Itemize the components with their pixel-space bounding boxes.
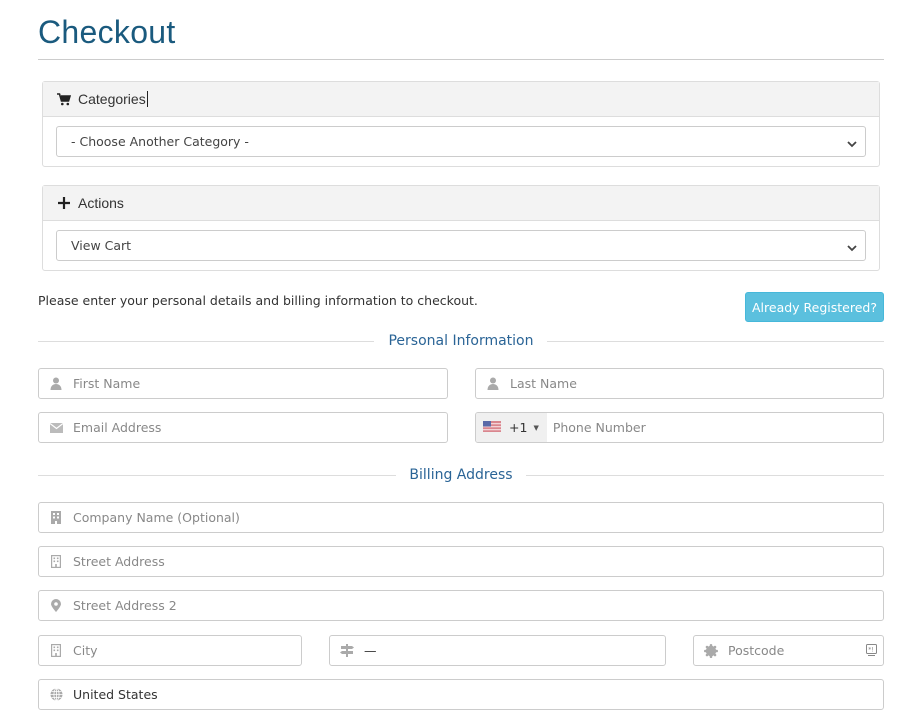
caret-down-icon: ▼ — [533, 423, 539, 432]
building-icon — [39, 511, 73, 524]
category-select[interactable]: - Choose Another Category - — [56, 126, 866, 157]
plus-icon — [57, 196, 71, 210]
phone-field[interactable]: +1 ▼ Phone Number — [475, 412, 884, 443]
intro-text: Please enter your personal details and b… — [38, 293, 478, 308]
category-select-value: - Choose Another Category - — [71, 134, 249, 149]
title-divider — [38, 59, 884, 60]
actions-panel-header: Actions — [43, 186, 879, 221]
street-address-2-placeholder: Street Address 2 — [73, 598, 177, 613]
actions-select-value: View Cart — [71, 238, 132, 253]
divider-line — [526, 475, 884, 476]
first-name-placeholder: First Name — [73, 376, 141, 391]
map-marker-icon — [39, 599, 73, 612]
email-field[interactable]: Email Address — [38, 412, 448, 443]
actions-panel: Actions View Cart — [42, 185, 880, 271]
email-placeholder: Email Address — [73, 420, 162, 435]
divider-line — [547, 341, 884, 342]
us-flag-icon — [483, 420, 501, 435]
street-address-2-field[interactable]: Street Address 2 — [38, 590, 884, 621]
autofill-key-icon[interactable]: *! — [866, 644, 877, 659]
building-outline-icon — [39, 555, 73, 568]
shopping-cart-icon — [57, 92, 71, 106]
phone-placeholder: Phone Number — [552, 420, 646, 435]
dial-code: +1 — [509, 420, 528, 435]
signpost-icon — [330, 644, 364, 657]
state-select[interactable]: — — [329, 635, 666, 666]
city-field[interactable]: City — [38, 635, 302, 666]
personal-information-separator: Personal Information — [38, 331, 884, 351]
street-address-placeholder: Street Address — [73, 554, 165, 569]
user-icon — [39, 377, 73, 390]
actions-select[interactable]: View Cart — [56, 230, 866, 261]
page-title: Checkout — [38, 14, 176, 50]
user-icon — [476, 377, 510, 390]
last-name-placeholder: Last Name — [510, 376, 577, 391]
street-address-field[interactable]: Street Address — [38, 546, 884, 577]
first-name-field[interactable]: First Name — [38, 368, 448, 399]
company-name-placeholder: Company Name (Optional) — [73, 510, 240, 525]
categories-panel: Categories - Choose Another Category - — [42, 81, 880, 167]
country-select[interactable]: United States — [38, 679, 884, 710]
chevron-down-icon — [847, 137, 857, 147]
already-registered-button[interactable]: Already Registered? — [745, 292, 884, 322]
city-placeholder: City — [73, 643, 98, 658]
country-code-dropdown[interactable]: +1 ▼ — [476, 413, 547, 442]
categories-heading: Categories — [78, 91, 146, 107]
envelope-icon — [39, 422, 73, 433]
postcode-field[interactable]: Postcode *! — [693, 635, 884, 666]
text-cursor — [146, 91, 148, 107]
billing-address-separator: Billing Address — [38, 465, 884, 485]
actions-heading: Actions — [78, 195, 124, 211]
svg-text:*!: *! — [868, 647, 873, 654]
postcode-placeholder: Postcode — [728, 643, 785, 658]
country-select-value: United States — [73, 687, 158, 702]
globe-icon — [39, 688, 73, 701]
categories-panel-header: Categories — [43, 82, 879, 117]
chevron-down-icon — [847, 241, 857, 251]
company-name-field[interactable]: Company Name (Optional) — [38, 502, 884, 533]
certificate-icon — [694, 643, 728, 658]
state-select-value: — — [364, 643, 377, 658]
last-name-field[interactable]: Last Name — [475, 368, 884, 399]
building-outline-icon — [39, 644, 73, 657]
